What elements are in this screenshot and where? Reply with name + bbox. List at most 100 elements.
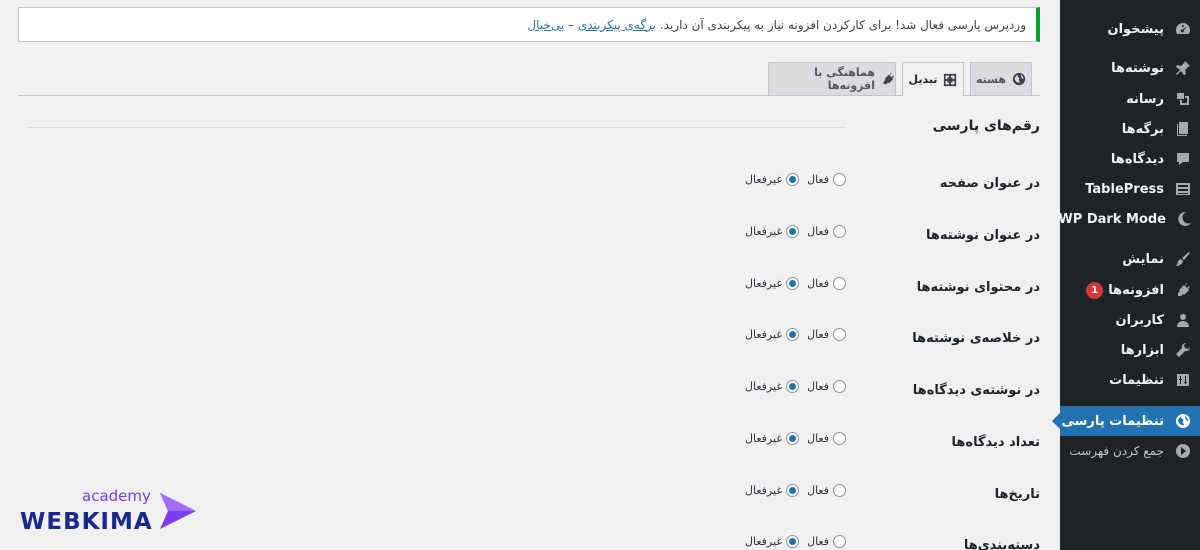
sidebar-item-settings[interactable]: تنظیمات bbox=[1060, 365, 1200, 395]
sidebar-item-tablepress[interactable]: TablePress bbox=[1060, 174, 1200, 204]
notice-text: وردپرس پارسی فعال شد! برای کارکردن افزون… bbox=[659, 17, 1026, 32]
radio-off[interactable] bbox=[786, 483, 800, 497]
option-label: غیرفعال bbox=[745, 224, 783, 238]
radio-off[interactable] bbox=[786, 327, 800, 341]
option-label: غیرفعال bbox=[745, 276, 783, 290]
option-label: فعال bbox=[807, 483, 829, 497]
sidebar-item-label: کاربران bbox=[1115, 312, 1164, 328]
radio-off[interactable] bbox=[786, 534, 800, 548]
option-off[interactable]: غیرفعال bbox=[745, 224, 800, 238]
sidebar-item-plugins[interactable]: افزونه‌ها 1 bbox=[1060, 275, 1200, 305]
option-on[interactable]: فعال bbox=[807, 224, 846, 238]
setting-options: فعال غیرفعال bbox=[736, 170, 846, 188]
setting-row: تعداد دیدگاه‌ها فعال غیرفعال bbox=[0, 429, 1040, 459]
option-off[interactable]: غیرفعال bbox=[745, 276, 800, 290]
option-off[interactable]: غیرفعال bbox=[745, 327, 800, 341]
radio-on[interactable] bbox=[833, 431, 846, 445]
option-off[interactable]: غیرفعال bbox=[745, 172, 800, 186]
sidebar-item-pages[interactable]: برگه‌ها bbox=[1060, 114, 1200, 144]
setting-options: فعال غیرفعال bbox=[736, 481, 846, 499]
tab-convert[interactable]: تبدیل bbox=[902, 62, 964, 96]
sidebar-item-label: پیشخوان bbox=[1107, 21, 1165, 37]
radio-off[interactable] bbox=[786, 431, 800, 445]
dashboard-icon bbox=[1174, 20, 1192, 38]
option-off[interactable]: غیرفعال bbox=[745, 431, 800, 445]
play-logo-icon bbox=[160, 493, 196, 529]
sidebar-collapse-menu[interactable]: جمع کردن فهرست bbox=[1060, 436, 1200, 466]
tab-plugin-compat[interactable]: هماهنگی با افزونه‌ها bbox=[768, 62, 896, 95]
radio-off[interactable] bbox=[786, 172, 800, 186]
sidebar-item-label: افزونه‌ها bbox=[1108, 282, 1164, 298]
setting-label: در خلاصه‌ی نوشته‌ها bbox=[912, 331, 1040, 346]
option-label: فعال bbox=[807, 224, 829, 238]
option-label: غیرفعال bbox=[745, 483, 783, 497]
sidebar-item-label: تنظیمات bbox=[1109, 372, 1164, 388]
logo-brand-text: WEBKIMA bbox=[20, 509, 153, 535]
option-off[interactable]: غیرفعال bbox=[745, 379, 800, 393]
dismiss-link[interactable]: بی‌خیال bbox=[527, 18, 564, 32]
option-off[interactable]: غیرفعال bbox=[745, 483, 800, 497]
option-label: غیرفعال bbox=[745, 534, 783, 548]
option-on[interactable]: فعال bbox=[807, 172, 846, 186]
option-label: غیرفعال bbox=[745, 172, 783, 186]
radio-off[interactable] bbox=[786, 276, 800, 290]
update-count-badge: 1 bbox=[1086, 281, 1104, 299]
sidebar-item-comments[interactable]: دیدگاه‌ها bbox=[1060, 144, 1200, 174]
radio-on[interactable] bbox=[833, 327, 846, 341]
setting-label: در محتوای نوشته‌ها bbox=[916, 280, 1040, 295]
convert-icon bbox=[943, 73, 957, 87]
sidebar-item-wp-dark-mode[interactable]: WP Dark Mode bbox=[1058, 204, 1200, 234]
activation-notice: وردپرس پارسی فعال شد! برای کارکردن افزون… bbox=[18, 7, 1040, 42]
configure-link[interactable]: برگه‌ی پیکربندی bbox=[578, 18, 656, 32]
radio-off[interactable] bbox=[786, 379, 800, 393]
sidebar-item-label: TablePress bbox=[1085, 181, 1164, 197]
comments-icon bbox=[1174, 150, 1192, 168]
sidebar-item-label: جمع کردن فهرست bbox=[1069, 444, 1164, 458]
sidebar-item-label: WP Dark Mode bbox=[1058, 211, 1166, 227]
sidebar-item-label: دیدگاه‌ها bbox=[1110, 151, 1164, 167]
moon-icon bbox=[1176, 210, 1192, 228]
tabs-divider bbox=[18, 95, 1040, 96]
setting-label: در عنوان صفحه bbox=[939, 176, 1040, 191]
sidebar-item-media[interactable]: رسانه bbox=[1060, 84, 1200, 114]
option-label: غیرفعال bbox=[745, 379, 783, 393]
option-on[interactable]: فعال bbox=[807, 431, 846, 445]
radio-on[interactable] bbox=[833, 534, 846, 548]
sidebar-item-parsi-settings[interactable]: تنظیمات پارسی bbox=[1060, 406, 1200, 436]
sidebar-item-posts[interactable]: نوشته‌ها bbox=[1060, 53, 1200, 83]
option-on[interactable]: فعال bbox=[807, 379, 846, 393]
radio-on[interactable] bbox=[833, 483, 846, 497]
option-on[interactable]: فعال bbox=[807, 483, 846, 497]
setting-label: تعداد دیدگاه‌ها bbox=[951, 435, 1040, 450]
sidebar-item-appearance[interactable]: نمایش bbox=[1060, 244, 1200, 274]
option-label: فعال bbox=[807, 327, 829, 341]
pin-icon bbox=[1174, 59, 1192, 77]
option-on[interactable]: فعال bbox=[807, 276, 846, 290]
option-label: فعال bbox=[807, 276, 829, 290]
radio-on[interactable] bbox=[833, 379, 846, 393]
settings-tabs: هسته تبدیل هماهنگی با افزونه‌ها bbox=[18, 62, 1040, 96]
setting-label: در نوشته‌ی دیدگاه‌ها bbox=[912, 383, 1040, 398]
radio-on[interactable] bbox=[833, 276, 846, 290]
media-icon bbox=[1174, 90, 1192, 108]
radio-on[interactable] bbox=[833, 172, 846, 186]
sidebar-item-tools[interactable]: ابزارها bbox=[1060, 335, 1200, 365]
option-on[interactable]: فعال bbox=[807, 534, 846, 548]
sidebar-item-label: رسانه bbox=[1126, 91, 1164, 107]
tab-label: تبدیل bbox=[908, 73, 938, 86]
tab-core[interactable]: هسته bbox=[970, 62, 1032, 95]
option-label: فعال bbox=[807, 172, 829, 186]
radio-off[interactable] bbox=[786, 224, 800, 238]
sidebar-item-users[interactable]: کاربران bbox=[1060, 305, 1200, 335]
option-on[interactable]: فعال bbox=[807, 327, 846, 341]
option-off[interactable]: غیرفعال bbox=[745, 534, 800, 548]
sidebar-item-label: نوشته‌ها bbox=[1111, 60, 1164, 76]
sidebar-item-dashboard[interactable]: پیشخوان bbox=[1060, 14, 1200, 44]
setting-options: فعال غیرفعال bbox=[736, 274, 846, 292]
radio-on[interactable] bbox=[833, 224, 846, 238]
tab-label: هسته bbox=[976, 72, 1006, 86]
setting-label: تاریخ‌ها bbox=[994, 487, 1040, 502]
option-label: فعال bbox=[807, 431, 829, 445]
sidebar-item-label: تنظیمات پارسی bbox=[1061, 413, 1164, 429]
setting-row: در خلاصه‌ی نوشته‌ها فعال غیرفعال bbox=[0, 325, 1040, 355]
